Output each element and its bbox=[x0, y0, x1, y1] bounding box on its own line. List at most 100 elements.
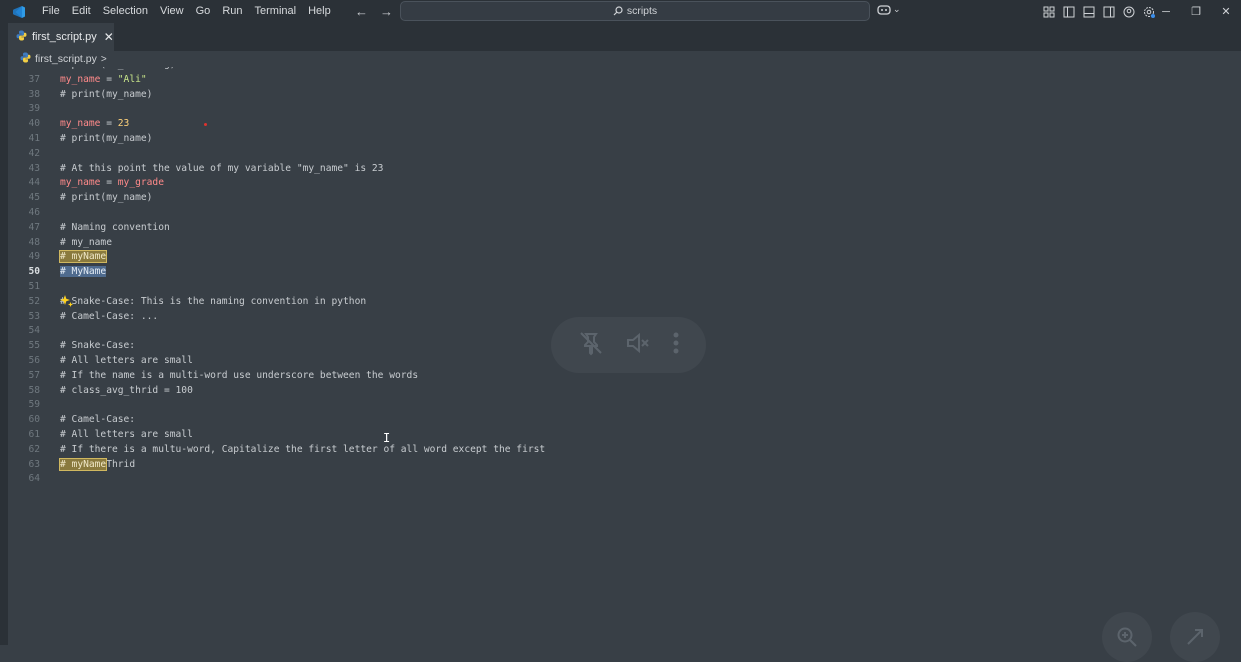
code-line[interactable]: 41 # print(my_name) bbox=[8, 132, 1241, 146]
menu-item-terminal[interactable]: Terminal bbox=[249, 0, 303, 23]
more-vertical-icon[interactable] bbox=[672, 331, 680, 360]
tab-bar: first_script.py ✕ ⌄ ⋯ bbox=[0, 23, 1241, 65]
close-window-icon[interactable]: ✕ bbox=[1211, 0, 1241, 23]
line-number: 46 bbox=[28, 207, 40, 218]
minimize-icon[interactable]: ─ bbox=[1151, 0, 1181, 23]
line-number: 63 bbox=[28, 458, 40, 470]
line-number: 52 bbox=[28, 295, 40, 307]
line-text: my_name = my_grade bbox=[60, 176, 164, 190]
token-value: 23 bbox=[117, 118, 130, 130]
code-line[interactable]: 43 # At this point the value of my variab… bbox=[8, 162, 1241, 176]
token-operator: = bbox=[100, 118, 118, 130]
tab-first-script[interactable]: first_script.py ✕ bbox=[8, 23, 114, 51]
line-text: # myNameThrid bbox=[58, 457, 136, 472]
account-icon[interactable] bbox=[1122, 5, 1135, 18]
line-text: # If the name is a multi-word use unders… bbox=[60, 369, 419, 381]
line-text: # print(my_name) bbox=[60, 192, 153, 204]
line-text: # If there is a multu-word, Capitalize t… bbox=[60, 443, 546, 455]
token-value: "Ali" bbox=[117, 73, 147, 85]
line-number: 37 bbox=[28, 73, 40, 85]
code-line[interactable]: 40 my_name = 23 bbox=[8, 117, 1241, 131]
menu-item-selection[interactable]: Selection bbox=[97, 0, 154, 23]
code-line[interactable]: 64 bbox=[8, 472, 1241, 486]
line-number: 53 bbox=[28, 310, 40, 322]
token-rest: Thrid bbox=[106, 458, 136, 470]
line-number: 61 bbox=[28, 429, 40, 440]
breadcrumb-file[interactable]: first_script.py bbox=[35, 53, 97, 65]
line-number: 55 bbox=[28, 340, 40, 352]
zoom-button[interactable] bbox=[1102, 612, 1152, 662]
layout-controls bbox=[1042, 0, 1155, 23]
line-number: 58 bbox=[28, 384, 40, 396]
code-line[interactable]: 50 # MyName bbox=[8, 265, 1241, 279]
restore-icon[interactable]: ❐ bbox=[1181, 0, 1211, 23]
copilot-button[interactable]: ⌄ bbox=[877, 3, 901, 15]
code-line[interactable]: 51 bbox=[8, 280, 1241, 294]
code-line[interactable]: 60 # Camel-Case: bbox=[8, 413, 1241, 427]
token-variable: my_name bbox=[60, 73, 101, 85]
close-icon[interactable]: ✕ bbox=[104, 30, 114, 44]
code-line[interactable]: 62 # If there is a multu-word, Capitalize… bbox=[8, 443, 1241, 457]
line-text: # Camel-Case: ... bbox=[60, 310, 159, 322]
line-number: 60 bbox=[28, 414, 40, 426]
line-text: # Snake-Case: This is the naming convent… bbox=[60, 295, 367, 307]
toggle-secondary-sidebar-icon[interactable] bbox=[1102, 5, 1115, 18]
code-line[interactable]: 48 # my_name bbox=[8, 236, 1241, 250]
line-number: 48 bbox=[28, 236, 40, 248]
expand-button[interactable] bbox=[1170, 612, 1220, 662]
code-line[interactable]: 63 # myNameThrid bbox=[8, 457, 1241, 472]
toggle-panel-icon[interactable] bbox=[1082, 5, 1095, 18]
chevron-down-icon: ⌄ bbox=[893, 3, 901, 14]
menu-item-run[interactable]: Run bbox=[216, 0, 248, 23]
code-line[interactable]: 38 # print(my_name) bbox=[8, 88, 1241, 102]
menu-item-help[interactable]: Help bbox=[302, 0, 337, 23]
code-line[interactable]: 61 # All letters are small bbox=[8, 428, 1241, 442]
line-number: 54 bbox=[28, 325, 40, 337]
code-line[interactable]: 47 # Naming convention bbox=[8, 221, 1241, 235]
code-line[interactable]: 39 bbox=[8, 102, 1241, 116]
line-number: 40 bbox=[28, 118, 40, 130]
line-number: 49 bbox=[28, 251, 40, 263]
arrow-left-icon[interactable]: ← bbox=[355, 4, 368, 19]
code-line[interactable]: 45 # print(my_name) bbox=[8, 191, 1241, 205]
vscode-logo-icon bbox=[10, 3, 28, 21]
arrow-right-icon[interactable]: → bbox=[380, 4, 393, 19]
floating-toolbar bbox=[551, 317, 706, 373]
mute-icon[interactable] bbox=[625, 330, 651, 361]
selected-text: # MyName bbox=[60, 266, 107, 278]
toggle-primary-sidebar-icon[interactable] bbox=[1062, 5, 1075, 18]
code-line[interactable]: 46 bbox=[8, 206, 1241, 220]
line-number: 45 bbox=[28, 192, 40, 204]
line-text: # Naming convention bbox=[60, 221, 170, 233]
menu-item-edit[interactable]: Edit bbox=[66, 0, 97, 23]
activity-edge bbox=[0, 51, 8, 645]
line-text: # Camel-Case: bbox=[60, 414, 136, 426]
line-number: 47 bbox=[28, 221, 40, 233]
line-text: my_name = "Ali" bbox=[60, 73, 147, 87]
code-line[interactable]: 44 my_name = my_grade bbox=[8, 176, 1241, 190]
menu-item-view[interactable]: View bbox=[154, 0, 190, 23]
code-line[interactable]: 49 # myName bbox=[8, 250, 1241, 264]
menu-item-go[interactable]: Go bbox=[190, 0, 217, 23]
line-number: 56 bbox=[28, 355, 40, 366]
line-text: # class_avg_thrid = 100 bbox=[60, 384, 193, 396]
code-line[interactable]: 42 bbox=[8, 147, 1241, 161]
line-number: 43 bbox=[28, 162, 40, 174]
code-line[interactable]: 52 # Snake-Case: This is the naming conve… bbox=[8, 295, 1241, 309]
menu-item-file[interactable]: File bbox=[36, 0, 66, 23]
command-center[interactable]: scripts bbox=[400, 1, 870, 21]
layout-customize-icon[interactable] bbox=[1042, 5, 1055, 18]
line-text: # MyName bbox=[60, 265, 107, 279]
menu-bar: File Edit Selection View Go Run Terminal Help bbox=[36, 0, 337, 23]
window-controls: ─ ❐ ✕ bbox=[1151, 0, 1241, 23]
code-line[interactable]: 59 bbox=[8, 398, 1241, 412]
line-number: 62 bbox=[28, 443, 40, 455]
unpin-icon[interactable] bbox=[578, 330, 604, 361]
line-number: 39 bbox=[28, 103, 40, 115]
code-line[interactable]: 37 my_name = "Ali" bbox=[8, 73, 1241, 87]
code-line[interactable]: 58 # class_avg_thrid = 100 bbox=[8, 384, 1241, 398]
token-operator: = bbox=[100, 177, 118, 189]
token-operator: = bbox=[100, 73, 118, 85]
sparkle-lightbulb-icon[interactable] bbox=[60, 294, 73, 312]
line-text: # my_name bbox=[60, 236, 112, 248]
